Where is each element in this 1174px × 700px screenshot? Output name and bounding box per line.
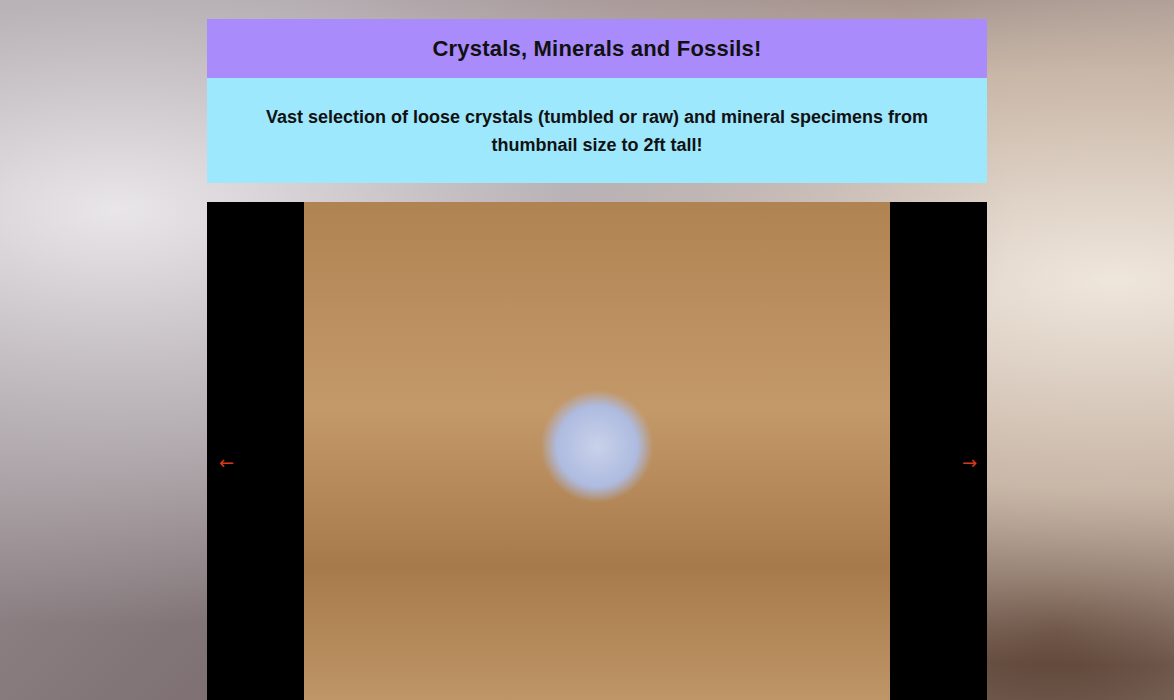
slideshow: ←→ <box>207 202 987 700</box>
slideshow-left: ← <box>207 202 304 700</box>
next-arrow-icon[interactable]: → <box>958 450 981 475</box>
crystal-photo <box>304 202 890 700</box>
prev-arrow-icon[interactable]: ← <box>215 450 238 475</box>
page-title: Crystals, Minerals and Fossils! <box>433 36 762 62</box>
page: Crystals, Minerals and Fossils! Vast sele… <box>0 0 1174 700</box>
content-column: Crystals, Minerals and Fossils! Vast sele… <box>207 19 987 700</box>
title-bar: Crystals, Minerals and Fossils! <box>207 19 987 78</box>
intro-box: Vast selection of loose crystals (tumble… <box>207 78 987 183</box>
slideshow-right: → <box>890 202 987 700</box>
intro-text: Vast selection of loose crystals (tumble… <box>247 103 947 159</box>
